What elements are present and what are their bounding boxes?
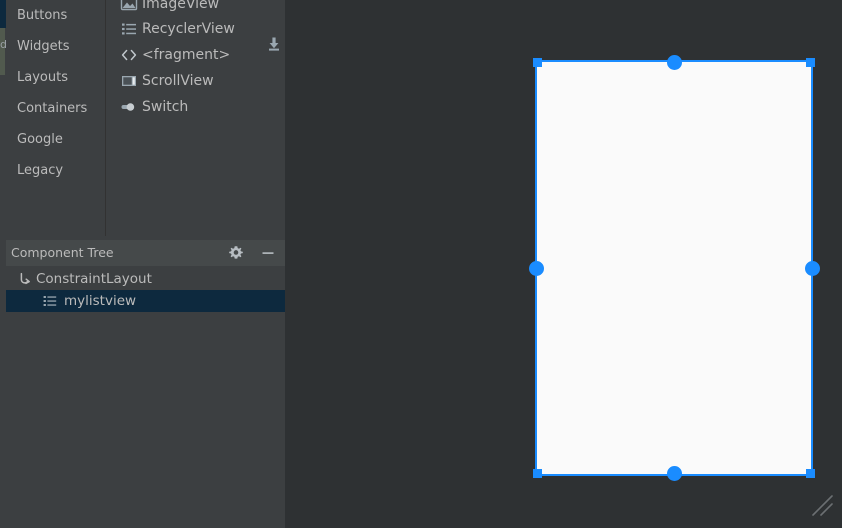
resize-handle-bottom-right[interactable]: [806, 469, 815, 478]
palette-item-label: ImageView: [142, 0, 220, 12]
component-tree-header: Component Tree: [6, 240, 285, 266]
tree-node-label: mylistview: [64, 293, 137, 309]
design-canvas[interactable]: [285, 0, 842, 528]
palette-item-label: Switch: [142, 99, 189, 115]
palette-item-list: ImageView RecyclerView <fragment> Scroll…: [106, 0, 285, 236]
palette-item-label: ScrollView: [142, 73, 214, 89]
component-tree-body: ConstraintLayout mylistview: [6, 266, 285, 528]
constraint-anchor-top[interactable]: [667, 55, 682, 70]
constraint-layout-icon: [18, 271, 34, 287]
constraint-anchor-bottom[interactable]: [667, 466, 682, 481]
resize-grip-icon[interactable]: [810, 492, 836, 518]
palette-category-containers[interactable]: Containers: [17, 98, 87, 120]
component-tree-panel: Component Tree ConstraintLayout mylistvi…: [6, 236, 285, 528]
layout-editor-window: d Buttons Widgets Layouts Containers Goo…: [0, 0, 842, 528]
constraint-anchor-right[interactable]: [805, 261, 820, 276]
palette-category-widgets[interactable]: Widgets: [17, 36, 70, 58]
gear-icon[interactable]: [228, 245, 244, 261]
palette-category-layouts[interactable]: Layouts: [17, 67, 68, 89]
tree-node-mylistview[interactable]: mylistview: [6, 290, 285, 312]
list-icon: [42, 293, 58, 309]
palette-category-legacy[interactable]: Legacy: [17, 160, 63, 182]
palette-item-label: RecyclerView: [142, 21, 235, 37]
switch-icon: [120, 98, 138, 116]
constraint-anchor-left[interactable]: [529, 261, 544, 276]
palette-item-imageview[interactable]: ImageView: [106, 0, 285, 17]
code-icon: [120, 46, 138, 64]
component-tree-title: Component Tree: [11, 245, 114, 260]
palette-category-buttons[interactable]: Buttons: [17, 5, 67, 27]
device-preview-surface[interactable]: [536, 61, 812, 475]
tree-node-constraintlayout[interactable]: ConstraintLayout: [6, 268, 285, 290]
palette-category-list: Buttons Widgets Layouts Containers Googl…: [6, 0, 105, 236]
scroll-icon: [120, 72, 138, 90]
palette-category-google[interactable]: Google: [17, 129, 63, 151]
palette-item-fragment[interactable]: <fragment>: [106, 42, 285, 68]
resize-handle-top-left[interactable]: [533, 58, 542, 67]
resize-handle-bottom-left[interactable]: [533, 469, 542, 478]
palette-item-switch[interactable]: Switch: [106, 94, 285, 120]
palette-panel: Buttons Widgets Layouts Containers Googl…: [6, 0, 285, 236]
palette-item-recyclerview[interactable]: RecyclerView: [106, 16, 285, 51]
minimize-icon[interactable]: [260, 245, 276, 261]
image-icon: [120, 0, 138, 13]
tree-node-label: ConstraintLayout: [36, 271, 152, 287]
palette-item-label: <fragment>: [142, 47, 231, 63]
palette-item-scrollview[interactable]: ScrollView: [106, 68, 285, 94]
resize-handle-top-right[interactable]: [806, 58, 815, 67]
list-icon: [120, 20, 138, 38]
